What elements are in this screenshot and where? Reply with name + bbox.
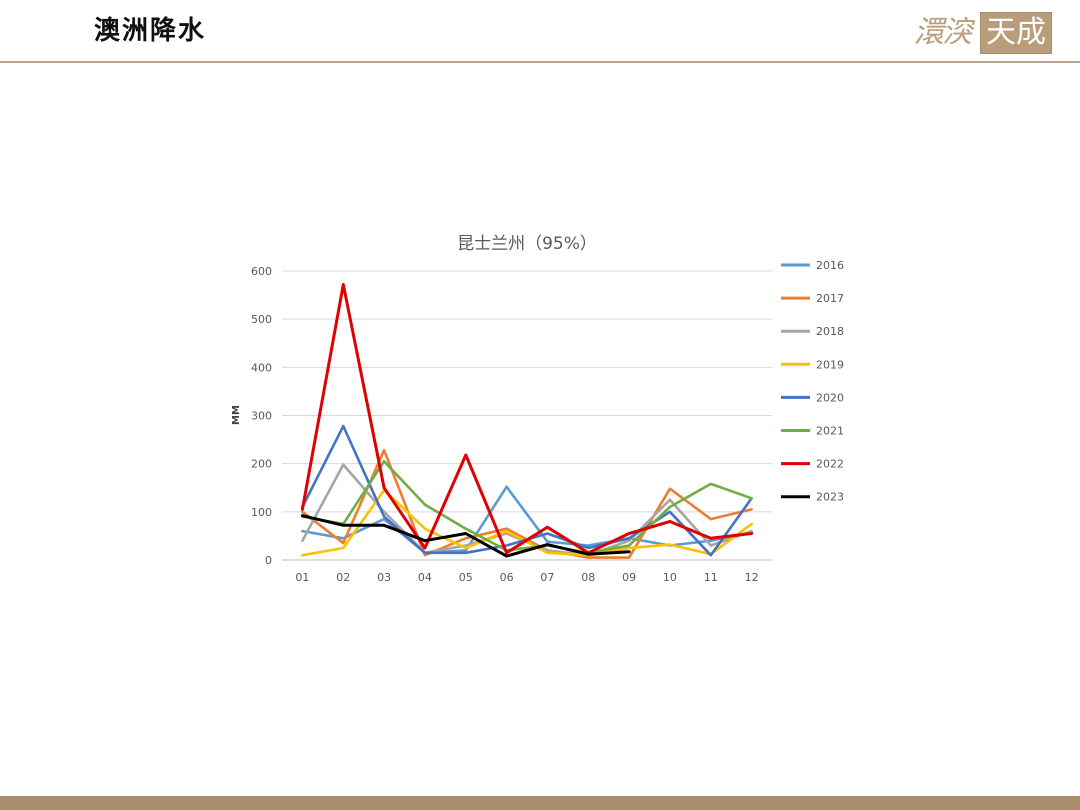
- y-axis-label: MM: [231, 405, 242, 425]
- x-tick-label: 10: [663, 571, 677, 584]
- y-tick-labels: 0 100 200 300 400 500 600: [251, 265, 272, 567]
- series-line-2020: [301, 424, 753, 557]
- series-lines: [300, 283, 754, 559]
- x-tick-labels: 01 02 03 04 05 06 07 08 09 10 11 12: [295, 571, 758, 584]
- x-tick-label: 09: [622, 571, 636, 584]
- x-tick-label: 01: [295, 571, 309, 584]
- chart-title: 昆士兰州（95%）: [457, 234, 597, 254]
- y-tick-label: 100: [251, 506, 272, 519]
- x-tick-label: 12: [745, 571, 759, 584]
- legend-label-2023: 2023: [816, 491, 844, 504]
- x-tick-label: 04: [418, 571, 432, 584]
- legend-label-2016: 2016: [816, 259, 844, 272]
- y-tick-label: 400: [251, 361, 272, 374]
- x-tick-label: 02: [336, 571, 350, 584]
- y-tick-label: 500: [251, 313, 272, 326]
- x-tick-label: 11: [704, 571, 718, 584]
- precipitation-line-chart: 昆士兰州（95%） MM 0100200300400500600 01 02 03 0…: [231, 234, 844, 584]
- x-tick-label: 07: [540, 571, 554, 584]
- y-tick-label: 0: [265, 554, 272, 567]
- y-tick-label: 600: [251, 265, 272, 278]
- x-tick-label: 06: [500, 571, 514, 584]
- legend-label-2021: 2021: [816, 425, 844, 438]
- legend-label-2017: 2017: [816, 292, 844, 305]
- x-tick-label: 08: [581, 571, 595, 584]
- legend-label-2018: 2018: [816, 325, 844, 338]
- x-tick-label: 03: [377, 571, 391, 584]
- y-tick-label: 300: [251, 410, 272, 423]
- footer-bar: [0, 796, 1080, 810]
- y-tick-label: 200: [251, 458, 272, 471]
- legend-label-2019: 2019: [816, 358, 844, 371]
- legend-label-2020: 2020: [816, 391, 844, 404]
- chart-legend: 2016 2017 2018 2019 2020 2021 2022 2023: [781, 259, 844, 504]
- legend-label-2022: 2022: [816, 458, 844, 471]
- x-tick-label: 05: [459, 571, 473, 584]
